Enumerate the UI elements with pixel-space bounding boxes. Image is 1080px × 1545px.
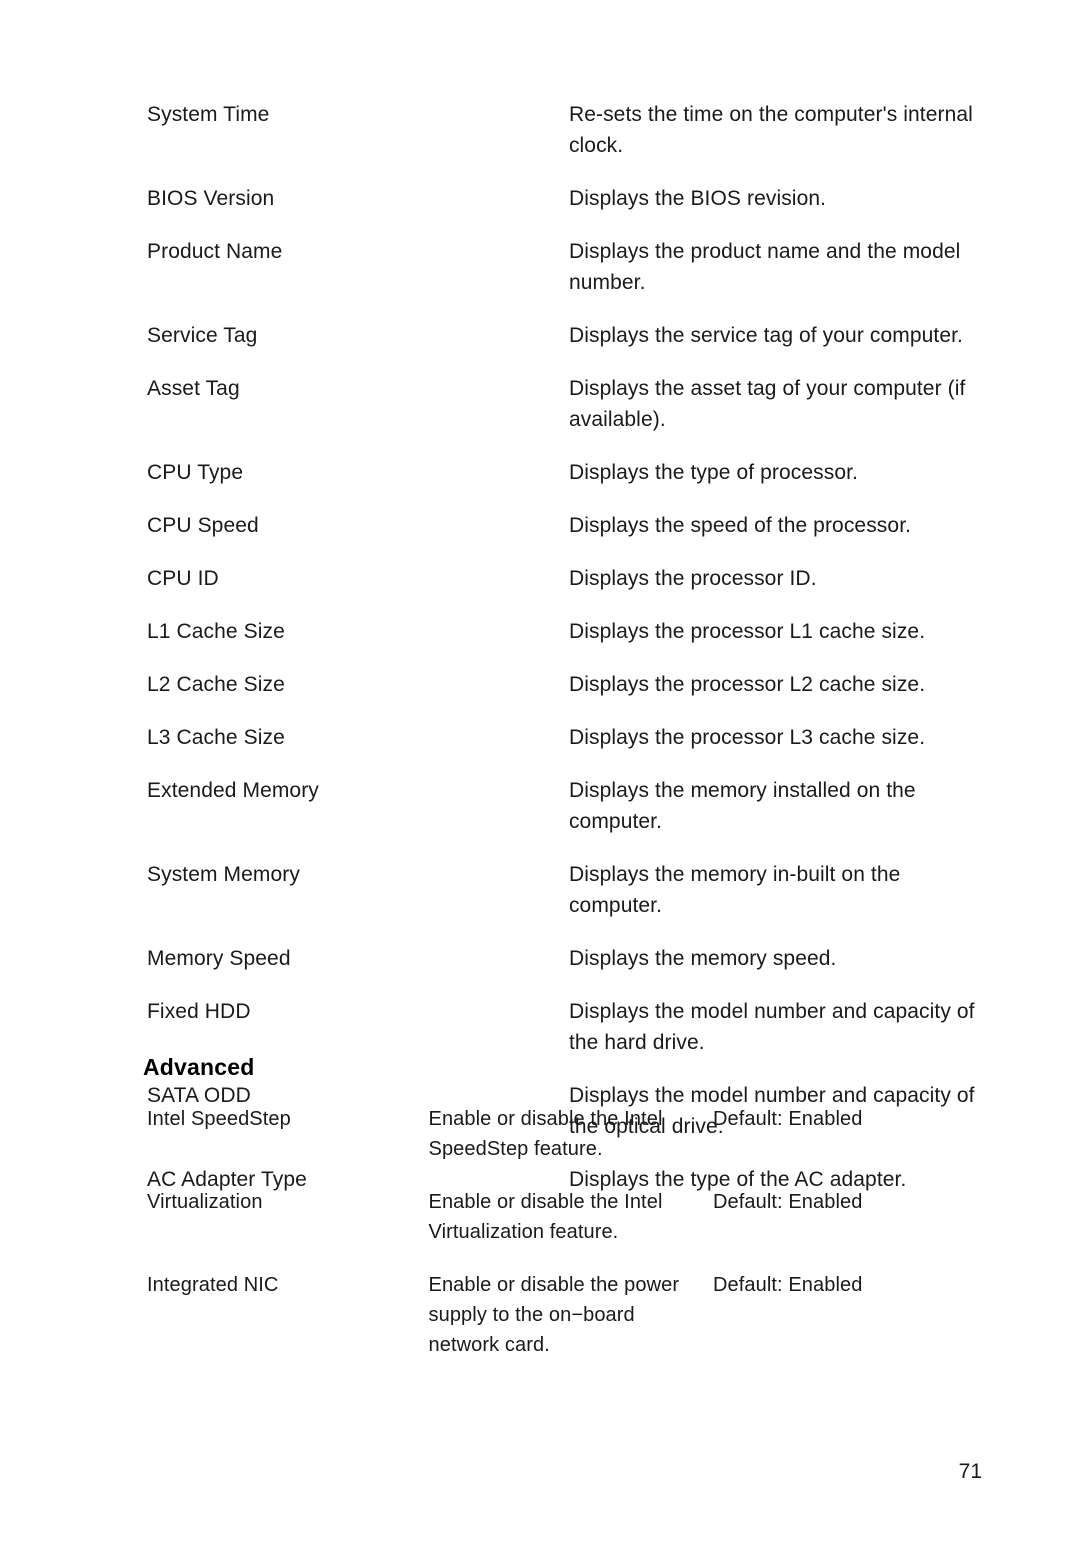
table-row: CPU Speed Displays the speed of the proc… <box>147 510 987 563</box>
setting-description: Displays the processor L2 cache size. <box>568 673 926 696</box>
setting-description: Displays the memory installed on the com… <box>568 779 916 833</box>
setting-option-name: CPU Speed <box>147 514 259 537</box>
setting-option-name: CPU Type <box>147 461 244 484</box>
setting-description: Re-sets the time on the computer's inter… <box>568 103 973 157</box>
table-row: Extended Memory Displays the memory inst… <box>147 775 987 859</box>
setting-description: Displays the model number and capacity o… <box>568 1000 975 1054</box>
setting-option-name: System Memory <box>147 863 300 886</box>
setting-option-name: CPU ID <box>147 567 219 590</box>
setting-description: Displays the memory speed. <box>568 947 837 970</box>
table-row: Intel SpeedStep Enable or disable the In… <box>147 1104 997 1187</box>
advanced-settings-table: Intel SpeedStep Enable or disable the In… <box>147 1104 997 1360</box>
system-information-table: System Time Re-sets the time on the comp… <box>147 99 987 1195</box>
setting-description: Displays the product name and the model … <box>568 240 961 294</box>
setting-option-name: Intel SpeedStep <box>147 1108 291 1130</box>
setting-option-name: Extended Memory <box>147 779 319 802</box>
setting-description: Displays the speed of the processor. <box>568 514 912 537</box>
table-row: BIOS Version Displays the BIOS revision. <box>147 183 987 236</box>
setting-option-name: Memory Speed <box>147 947 291 970</box>
setting-option-name: Asset Tag <box>147 377 240 400</box>
table-row: L3 Cache Size Displays the processor L3 … <box>147 722 987 775</box>
setting-option-name: L1 Cache Size <box>147 620 285 643</box>
setting-default: Default: Enabled <box>712 1274 863 1296</box>
setting-default: Default: Enabled <box>712 1108 863 1130</box>
table-row: L2 Cache Size Displays the processor L2 … <box>147 669 987 722</box>
setting-description: Displays the processor L3 cache size. <box>568 726 926 749</box>
section-heading-advanced: Advanced <box>143 1054 255 1080</box>
setting-description: Displays the BIOS revision. <box>568 187 827 210</box>
table-row: CPU Type Displays the type of processor. <box>147 457 987 510</box>
setting-option-name: L2 Cache Size <box>147 673 285 696</box>
setting-option-name: BIOS Version <box>147 187 275 210</box>
table-row: Asset Tag Displays the asset tag of your… <box>147 373 987 457</box>
table-row: Service Tag Displays the service tag of … <box>147 320 987 373</box>
table-row: Integrated NIC Enable or disable the pow… <box>147 1270 997 1360</box>
setting-description: Displays the service tag of your compute… <box>568 324 963 347</box>
setting-option-name: L3 Cache Size <box>147 726 285 749</box>
table-row: System Time Re-sets the time on the comp… <box>147 99 987 183</box>
table-row: System Memory Displays the memory in-bui… <box>147 859 987 943</box>
setting-option-name: Virtualization <box>147 1191 263 1213</box>
setting-description: Displays the type of processor. <box>568 461 859 484</box>
setting-description: Displays the asset tag of your computer … <box>568 377 966 431</box>
setting-option-name: Product Name <box>147 240 283 263</box>
advanced-settings-table-body: Intel SpeedStep Enable or disable the In… <box>147 1104 997 1360</box>
document-page: System Time Re-sets the time on the comp… <box>0 0 1080 1545</box>
setting-option-name: System Time <box>147 103 270 126</box>
setting-description: Enable or disable the Intel Virtualizati… <box>428 1191 663 1243</box>
setting-option-name: Service Tag <box>147 324 258 347</box>
setting-description: Displays the processor ID. <box>568 567 817 590</box>
system-information-table-body: System Time Re-sets the time on the comp… <box>147 99 987 1195</box>
page-number: 71 <box>958 1460 982 1483</box>
setting-description: Displays the processor L1 cache size. <box>568 620 926 643</box>
setting-description: Displays the memory in-built on the comp… <box>568 863 901 917</box>
table-row: L1 Cache Size Displays the processor L1 … <box>147 616 987 669</box>
setting-default: Default: Enabled <box>712 1191 863 1213</box>
setting-description: Enable or disable the Intel SpeedStep fe… <box>428 1108 663 1160</box>
table-row: Fixed HDD Displays the model number and … <box>147 996 987 1080</box>
setting-description: Enable or disable the power supply to th… <box>428 1274 680 1356</box>
setting-option-name: Integrated NIC <box>147 1274 279 1296</box>
table-row: Product Name Displays the product name a… <box>147 236 987 320</box>
table-row: CPU ID Displays the processor ID. <box>147 563 987 616</box>
table-row: Memory Speed Displays the memory speed. <box>147 943 987 996</box>
table-row: Virtualization Enable or disable the Int… <box>147 1187 997 1270</box>
